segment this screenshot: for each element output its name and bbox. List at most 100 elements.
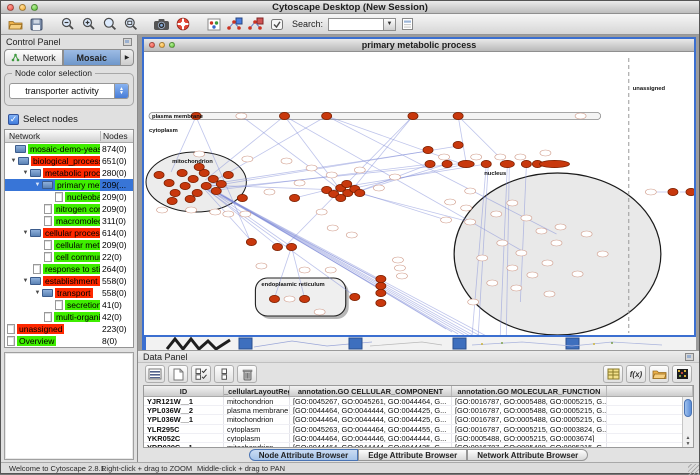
node-unhighlighted[interactable] xyxy=(465,219,476,225)
tree-row-metabolic-process[interactable]: ▼metabolic process280(0) xyxy=(5,167,133,179)
node[interactable] xyxy=(177,169,187,176)
new-network-from-selection-icon[interactable] xyxy=(225,15,244,33)
node-unhighlighted[interactable] xyxy=(495,154,506,160)
node-unhighlighted[interactable] xyxy=(515,154,526,160)
matrix-heatmap-icon[interactable] xyxy=(672,365,692,383)
node[interactable] xyxy=(188,175,198,182)
node-unhighlighted[interactable] xyxy=(471,154,482,160)
node-unhighlighted[interactable] xyxy=(194,151,205,157)
attribute-editor-icon[interactable] xyxy=(603,365,623,383)
node-unhighlighted[interactable] xyxy=(465,188,476,194)
col-id[interactable]: ID xyxy=(144,386,224,396)
node[interactable] xyxy=(272,243,282,250)
search-dropdown-button[interactable]: ▼ xyxy=(384,18,396,31)
expander-icon[interactable]: ▼ xyxy=(33,182,42,188)
col-go-cellular-component[interactable]: annotation.GO CELLULAR_COMPONENT xyxy=(290,386,452,396)
node-unhighlighted[interactable] xyxy=(373,185,384,191)
node[interactable] xyxy=(425,160,435,167)
node[interactable] xyxy=(521,160,531,167)
unselect-attributes-icon[interactable] xyxy=(214,365,234,383)
node[interactable] xyxy=(376,275,386,282)
expander-icon[interactable]: ▼ xyxy=(21,170,30,176)
network-window-titlebar[interactable]: primary metabolic process xyxy=(144,39,694,52)
tab-network[interactable]: Network xyxy=(4,49,63,66)
attribute-checklist-icon[interactable] xyxy=(191,365,211,383)
node-unhighlighted[interactable] xyxy=(461,205,472,211)
layout-region-icon[interactable] xyxy=(204,15,223,33)
node[interactable] xyxy=(481,160,491,167)
scrollbar-arrows-icon[interactable]: ▲▼ xyxy=(683,435,693,447)
node[interactable] xyxy=(453,141,463,148)
zoom-out-icon[interactable] xyxy=(58,15,77,33)
node-unhighlighted[interactable] xyxy=(264,189,275,195)
tree-row-primary-metabo[interactable]: ▼primary metabo209(... xyxy=(5,179,133,191)
node-unhighlighted[interactable] xyxy=(439,154,450,160)
node-unhighlighted[interactable] xyxy=(527,272,538,278)
node-unhighlighted[interactable] xyxy=(551,240,562,246)
table-row[interactable]: YLR295Ccytoplasm[GO:0045263, GO:0044464,… xyxy=(144,425,693,434)
tree-row-multi-organism-pro[interactable]: multi-organism pro42(0) xyxy=(5,311,133,323)
node[interactable] xyxy=(322,112,332,119)
table-row[interactable]: YKR052Ccytoplasm[GO:0044464, GO:0044446,… xyxy=(144,434,693,443)
node-unhighlighted[interactable] xyxy=(299,267,310,273)
node[interactable] xyxy=(376,289,386,296)
node-unhighlighted[interactable] xyxy=(516,250,527,256)
node[interactable] xyxy=(539,160,569,167)
search-input[interactable] xyxy=(328,18,384,31)
node-unhighlighted[interactable] xyxy=(507,200,518,206)
node-unhighlighted[interactable] xyxy=(521,215,532,221)
node-unhighlighted[interactable] xyxy=(346,232,357,238)
node-unhighlighted[interactable] xyxy=(540,150,551,156)
node[interactable] xyxy=(154,171,164,178)
float-panel-icon[interactable] xyxy=(123,38,132,46)
table-row[interactable]: YPL036W__1mitochondrion[GO:0044464, GO:0… xyxy=(144,415,693,424)
node-unhighlighted[interactable] xyxy=(210,209,221,215)
tree-row-cell-communicat[interactable]: cell communicat22(0) xyxy=(5,251,133,263)
node-unhighlighted[interactable] xyxy=(394,265,405,271)
node[interactable] xyxy=(668,188,678,195)
node-color-select[interactable]: transporter activity ▲▼ xyxy=(9,83,129,99)
table-row[interactable]: YPL036W__2plasma membrane[GO:0044464, GO… xyxy=(144,406,693,415)
node[interactable] xyxy=(290,194,300,201)
node[interactable] xyxy=(408,112,418,119)
tree-row-response-to-stimulu[interactable]: response to stimulu264(0) xyxy=(5,263,133,275)
expander-icon[interactable]: ▼ xyxy=(21,230,30,236)
node[interactable] xyxy=(336,194,346,201)
delete-attribute-trash-icon[interactable] xyxy=(237,365,257,383)
tree-row-biological-process[interactable]: ▼biological_process651(0) xyxy=(5,155,133,167)
node-unhighlighted[interactable] xyxy=(396,273,407,279)
birdseye-view[interactable] xyxy=(4,352,134,460)
tab-node-attribute-browser[interactable]: Node Attribute Browser xyxy=(249,449,359,461)
import-attributes-folder-icon[interactable] xyxy=(649,365,669,383)
select-attributes-icon[interactable] xyxy=(145,365,165,383)
node-unhighlighted[interactable] xyxy=(645,189,656,195)
node-unhighlighted[interactable] xyxy=(316,209,327,215)
node-unhighlighted[interactable] xyxy=(242,156,253,162)
node-unhighlighted[interactable] xyxy=(186,207,197,213)
tree-row-secretion[interactable]: secretion41(0) xyxy=(5,299,133,311)
select-nodes-checkbox[interactable]: ✓ xyxy=(8,114,19,125)
node[interactable] xyxy=(192,189,202,196)
node-unhighlighted[interactable] xyxy=(306,165,317,171)
node[interactable] xyxy=(376,299,386,306)
node-unhighlighted[interactable] xyxy=(157,207,168,213)
node[interactable] xyxy=(216,180,226,187)
node-unhighlighted[interactable] xyxy=(389,174,400,180)
node[interactable] xyxy=(686,188,694,195)
node-unhighlighted[interactable] xyxy=(536,228,547,234)
node[interactable] xyxy=(442,160,452,167)
node[interactable] xyxy=(500,160,514,167)
scrollbar-thumb[interactable] xyxy=(684,399,692,417)
node-unhighlighted[interactable] xyxy=(555,224,566,230)
tree-row-cellular-metabol[interactable]: cellular metabol209(0) xyxy=(5,239,133,251)
node-unhighlighted[interactable] xyxy=(223,211,234,217)
node-unhighlighted[interactable] xyxy=(325,267,336,273)
window-titlebar[interactable]: Cytoscape Desktop (New Session) xyxy=(1,1,699,14)
node[interactable] xyxy=(300,295,310,302)
node-unhighlighted[interactable] xyxy=(284,296,295,302)
node-unhighlighted[interactable] xyxy=(468,299,479,305)
tree-col-network[interactable]: Network xyxy=(5,131,100,141)
node[interactable] xyxy=(376,282,386,289)
node[interactable] xyxy=(453,112,463,119)
expander-icon[interactable]: ▼ xyxy=(9,158,18,164)
